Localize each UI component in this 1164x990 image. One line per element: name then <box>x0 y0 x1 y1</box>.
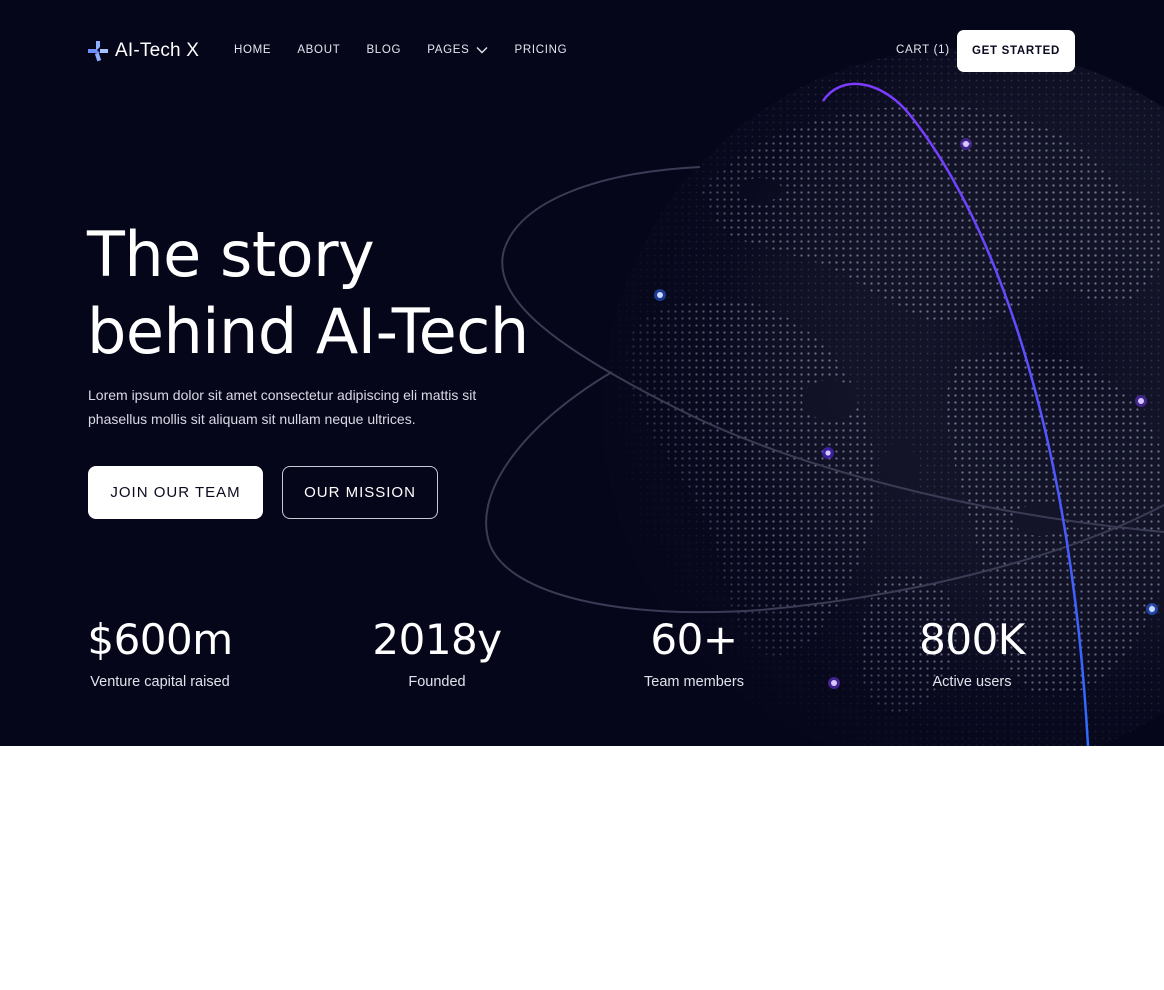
nav-link-pricing[interactable]: PRICING <box>514 44 567 56</box>
stat-value: 60+ <box>650 615 738 664</box>
nav-link-blog[interactable]: BLOG <box>366 44 401 56</box>
chevron-down-icon <box>476 47 488 54</box>
stat-active-users: 800K Active users <box>872 612 1072 690</box>
stat-label: Team members <box>644 674 744 690</box>
stat-value: $600m <box>87 615 233 664</box>
hero-headline: The story behind AI-Tech <box>87 216 607 370</box>
headline-line-2: behind AI-Tech <box>87 295 529 368</box>
hero-description: Lorem ipsum dolor sit amet consectetur a… <box>88 383 528 431</box>
cart-link[interactable]: CART (1) <box>896 44 950 56</box>
nav-link-about[interactable]: ABOUT <box>297 44 340 56</box>
stat-founded: 2018y Founded <box>337 612 537 690</box>
stat-label: Founded <box>408 674 466 690</box>
hero-section: AI-Tech X HOME ABOUT BLOG PAGES PRICING … <box>0 0 1164 746</box>
description-line-1: Lorem ipsum dolor sit amet consectetur a… <box>88 387 477 403</box>
top-navigation: AI-Tech X HOME ABOUT BLOG PAGES PRICING … <box>0 0 1164 102</box>
stat-value: 800K <box>919 615 1025 664</box>
nav-link-home[interactable]: HOME <box>234 44 271 56</box>
headline-line-1: The story <box>87 218 375 291</box>
join-our-team-button[interactable]: JOIN OUR TEAM <box>88 466 263 519</box>
stat-venture-capital: $600m Venture capital raised <box>60 612 260 690</box>
stat-label: Active users <box>932 674 1012 690</box>
our-mission-button[interactable]: OUR MISSION <box>282 466 438 519</box>
main-menu: HOME ABOUT BLOG PAGES PRICING <box>234 44 593 56</box>
stat-label: Venture capital raised <box>90 674 230 690</box>
get-started-button[interactable]: GET STARTED <box>957 30 1075 72</box>
brand-name: AI-Tech X <box>115 40 200 61</box>
nav-link-pages-label: PAGES <box>427 44 470 56</box>
nav-link-pages[interactable]: PAGES <box>427 44 488 56</box>
stat-team-members: 60+ Team members <box>594 612 794 690</box>
description-line-2: phasellus mollis sit aliquam sit nullam … <box>88 411 416 427</box>
brand-logo[interactable]: AI-Tech X <box>87 38 199 64</box>
stat-value: 2018y <box>372 615 502 664</box>
logo-mark-icon <box>88 41 108 62</box>
